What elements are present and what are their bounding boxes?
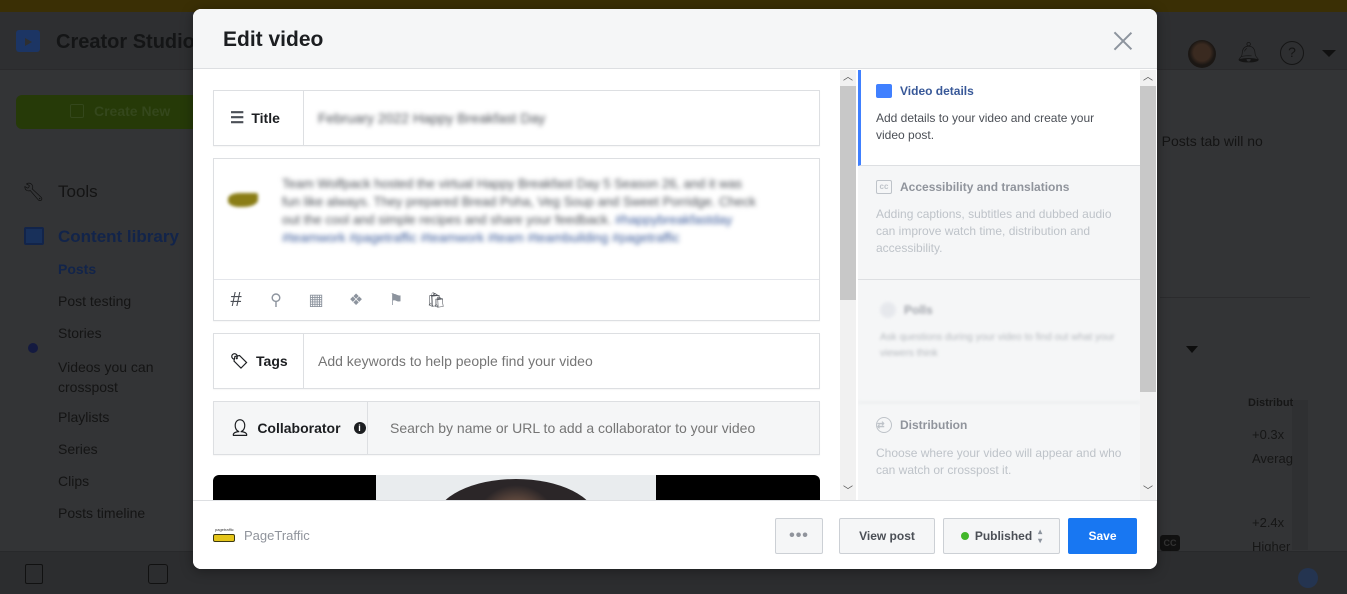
sidebar: Create New 🔧︎ Tools Content library Post… xyxy=(0,71,200,551)
globe-icon[interactable] xyxy=(1298,568,1318,588)
step-video-details[interactable]: Video details Add details to your video … xyxy=(858,70,1140,166)
description-input[interactable]: Team Wolfpack hosted the virtual Happy B… xyxy=(282,175,762,247)
save-button[interactable]: Save xyxy=(1068,518,1137,554)
video-preview[interactable] xyxy=(213,475,820,500)
title-field-label: ☰ Title xyxy=(214,91,304,145)
sidebar-subitem-posts[interactable]: Posts xyxy=(58,261,96,277)
background-notice-text: e Posts tab will no xyxy=(1150,133,1263,149)
description-toolbar: # ⚲ ▦ ❖ ⚑ 🛍︎ xyxy=(214,279,819,320)
published-status-dot-icon xyxy=(960,532,969,540)
wrench-icon: 🔧︎ xyxy=(22,182,45,202)
background-row-label: Averag xyxy=(1252,451,1293,466)
form-scrollbar-thumb[interactable] xyxy=(840,86,856,300)
description-field: Team Wolfpack hosted the virtual Happy B… xyxy=(213,158,820,321)
background-dropdown-caret-icon[interactable] xyxy=(1186,346,1198,353)
tags-field: 🏷︎ Tags xyxy=(213,333,820,389)
modal-title: Edit video xyxy=(223,28,324,51)
modal-header: Edit video xyxy=(193,9,1157,69)
edit-icon xyxy=(70,104,84,118)
sidebar-subitem-playlists[interactable]: Playlists xyxy=(58,409,109,425)
tags-field-label: 🏷︎ Tags xyxy=(214,334,304,388)
sidebar-item-tools[interactable]: Tools xyxy=(58,182,98,202)
new-indicator-dot xyxy=(28,343,38,353)
step-accessibility[interactable]: cc Accessibility and translations Adding… xyxy=(858,166,1140,280)
handshake-icon[interactable]: ❖ xyxy=(346,290,366,310)
app-title: Creator Studio xyxy=(56,31,195,53)
close-icon[interactable] xyxy=(1113,31,1133,51)
video-details-icon xyxy=(876,84,892,98)
title-input[interactable]: February 2022 Happy Breakfast Day xyxy=(304,91,819,145)
create-new-button[interactable]: Create New xyxy=(16,95,200,129)
view-post-button[interactable]: View post xyxy=(839,518,935,554)
flag-icon[interactable]: ⚑ xyxy=(386,290,406,310)
pagetraffic-logo: pagetraffic xyxy=(213,527,235,543)
edit-video-modal: Edit video ☰ Title February 2022 Happy B… xyxy=(193,9,1157,569)
title-field: ☰ Title February 2022 Happy Breakfast Da… xyxy=(213,90,820,146)
tags-input[interactable] xyxy=(304,334,819,388)
sidebar-subitem-post-testing[interactable]: Post testing xyxy=(58,293,131,309)
hashtag-icon[interactable]: # xyxy=(226,289,246,311)
step-polls[interactable]: Polls Ask questions during your video to… xyxy=(858,280,1140,403)
collaborator-field-label: 👤︎ Collaborator i xyxy=(214,402,368,454)
sort-arrows-icon: ▴ ▾ xyxy=(1038,527,1043,545)
video-thumbnail xyxy=(376,475,656,500)
scroll-up-arrow-icon[interactable]: ︿ xyxy=(1140,70,1156,86)
add-person-icon: 👤︎ xyxy=(230,420,251,437)
scroll-up-arrow-icon[interactable]: ︿ xyxy=(840,70,856,86)
publish-status-select[interactable]: Published ▴ ▾ xyxy=(943,518,1060,554)
scroll-down-arrow-icon[interactable]: ﹀ xyxy=(1140,484,1156,500)
account-menu-caret-icon[interactable] xyxy=(1322,50,1336,57)
more-options-button[interactable]: ••• xyxy=(775,518,823,554)
help-icon[interactable]: ? xyxy=(1280,41,1304,65)
sidebar-subitem-posts-timeline[interactable]: Posts timeline xyxy=(58,505,145,521)
calendar-grid-icon[interactable] xyxy=(148,564,168,584)
sidebar-item-content-library[interactable]: Content library xyxy=(58,227,179,247)
steps-scrollbar-thumb[interactable] xyxy=(1140,86,1156,392)
closed-captions-icon: cc xyxy=(876,180,892,194)
creator-studio-logo-icon xyxy=(16,30,40,52)
distribution-arrows-icon: ⇄ xyxy=(876,417,892,433)
page-name: PageTraffic xyxy=(244,528,310,543)
scroll-down-arrow-icon[interactable]: ﹀ xyxy=(840,484,856,500)
video-form-pane: ☰ Title February 2022 Happy Breakfast Da… xyxy=(193,70,841,500)
modal-footer: pagetraffic PageTraffic ••• View post Pu… xyxy=(193,500,1157,569)
steps-pane: Video details Add details to your video … xyxy=(858,70,1140,500)
text-lines-icon: ☰ xyxy=(230,110,245,127)
info-icon[interactable]: i xyxy=(353,422,366,434)
form-scrollbar[interactable]: ︿ ﹀ xyxy=(840,70,856,500)
sidebar-subitem-clips[interactable]: Clips xyxy=(58,473,89,489)
notifications-bell-icon[interactable]: 🔔︎ xyxy=(1236,40,1261,66)
page-avatar xyxy=(226,173,266,213)
step-distribution[interactable]: ⇄ Distribution Choose where your video w… xyxy=(858,403,1140,500)
collaborator-input[interactable] xyxy=(368,402,819,454)
background-scrollbar[interactable] xyxy=(1292,400,1308,550)
tag-icon: 🏷︎ xyxy=(230,353,250,370)
sidebar-subitem-series[interactable]: Series xyxy=(58,441,98,457)
collapse-sidebar-icon[interactable] xyxy=(25,564,43,584)
shopping-bag-icon[interactable]: 🛍︎ xyxy=(426,290,446,310)
calendar-icon[interactable]: ▦ xyxy=(306,290,326,310)
cc-badge-icon: CC xyxy=(1160,535,1180,551)
background-divider xyxy=(1160,297,1310,298)
profile-avatar[interactable] xyxy=(1188,40,1216,68)
background-row-value: +0.3x xyxy=(1252,427,1285,442)
background-row-value: +2.4x xyxy=(1252,515,1285,530)
sidebar-subitem-videos-crosspost[interactable]: Videos you can crosspost xyxy=(58,357,178,397)
polls-icon xyxy=(880,302,896,318)
location-icon[interactable]: ⚲ xyxy=(266,290,286,310)
steps-scrollbar[interactable]: ︿ ﹀ xyxy=(1140,70,1156,500)
sidebar-subitem-stories[interactable]: Stories xyxy=(58,325,102,341)
collaborator-field: 👤︎ Collaborator i xyxy=(213,401,820,455)
library-icon xyxy=(24,227,44,245)
background-column-header: Distribut xyxy=(1248,397,1294,409)
